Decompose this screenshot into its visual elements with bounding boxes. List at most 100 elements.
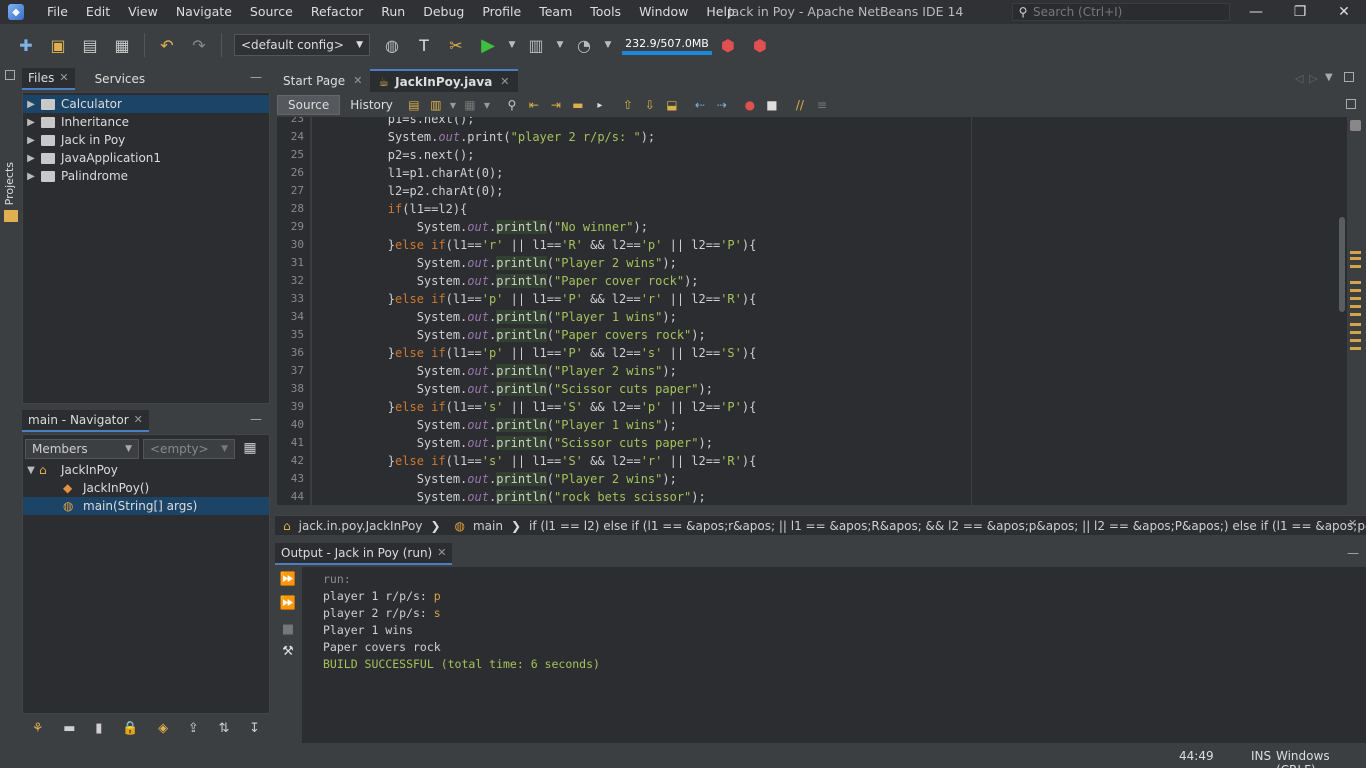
occurrence-mark[interactable] bbox=[1350, 339, 1361, 342]
breadcrumb-class[interactable]: jack.in.poy.JackInPoy bbox=[299, 519, 423, 533]
quick-search[interactable]: ⚲ Search (Ctrl+I) bbox=[1012, 3, 1230, 21]
menu-edit[interactable]: Edit bbox=[77, 0, 119, 24]
gc-icon[interactable]: ⬢ bbox=[715, 32, 741, 58]
tree-item-calculator[interactable]: ▶ Calculator bbox=[23, 95, 269, 113]
code-line[interactable]: System.out.println("No winner"); bbox=[330, 218, 648, 236]
line-number[interactable]: 43 bbox=[291, 472, 304, 485]
nav-constructor[interactable]: ◆ JackInPoy() bbox=[23, 479, 269, 497]
breadcrumb-method[interactable]: main bbox=[473, 519, 503, 533]
open-project-icon[interactable]: ▤ bbox=[77, 32, 103, 58]
code-line[interactable]: System.out.println("Paper cover rock"); bbox=[330, 272, 699, 290]
menu-run[interactable]: Run bbox=[372, 0, 414, 24]
output-console[interactable]: run: player 1 r/p/s: p player 2 r/p/s: s Pl… bbox=[302, 567, 1366, 743]
tab-navigator[interactable]: main - Navigator ✕ bbox=[22, 410, 149, 432]
line-number[interactable]: 36 bbox=[291, 346, 304, 359]
line-number[interactable]: 34 bbox=[291, 310, 304, 323]
rerun-icon[interactable]: ⏩ bbox=[279, 571, 297, 587]
menu-source[interactable]: Source bbox=[241, 0, 302, 24]
shift-right-icon[interactable]: ⇢ bbox=[713, 97, 731, 113]
clean-build-icon[interactable]: ✂ bbox=[443, 32, 469, 58]
line-number[interactable]: 38 bbox=[291, 382, 304, 395]
next-bookmark-icon[interactable]: ⇩ bbox=[641, 97, 659, 113]
tab-jackinpoy-java[interactable]: ☕ JackInPoy.java ✕ bbox=[370, 69, 518, 92]
code-line[interactable]: System.out.println("Player 2 wins"); bbox=[330, 254, 677, 272]
debug-icon[interactable]: ▥ bbox=[523, 32, 549, 58]
code-line[interactable]: }else if(l1=='p' || l1=='P' && l2=='s' |… bbox=[330, 344, 757, 362]
chevron-down-icon[interactable]: ▼ bbox=[483, 97, 491, 113]
history-view-button[interactable]: History bbox=[340, 95, 403, 115]
rerun-with-params-icon[interactable]: ⏩ bbox=[279, 595, 297, 611]
tab-files[interactable]: Files ✕ bbox=[22, 68, 75, 90]
menu-view[interactable]: View bbox=[119, 0, 167, 24]
code-line[interactable]: System.out.println("Scissor cuts paper")… bbox=[330, 434, 713, 452]
occurrence-mark[interactable] bbox=[1350, 313, 1361, 316]
insert-mode[interactable]: INS bbox=[1251, 749, 1271, 763]
line-number[interactable]: 28 bbox=[291, 202, 304, 215]
occurrence-mark[interactable] bbox=[1350, 323, 1361, 326]
menu-file[interactable]: File bbox=[38, 0, 77, 24]
chevron-right-icon[interactable]: ▶ bbox=[23, 99, 39, 110]
line-ending[interactable]: Windows (CRLF) bbox=[1276, 749, 1366, 768]
code-line[interactable]: }else if(l1=='s' || l1=='S' && l2=='r' |… bbox=[330, 452, 757, 470]
line-number[interactable]: 35 bbox=[291, 328, 304, 341]
stop-icon[interactable]: ■ bbox=[279, 621, 297, 637]
chevron-down-icon[interactable]: ▼ bbox=[507, 32, 517, 58]
static-icon[interactable]: ▮ bbox=[95, 721, 102, 736]
new-project-icon[interactable]: ▣ bbox=[45, 32, 71, 58]
close-icon[interactable]: ✕ bbox=[437, 542, 446, 564]
tree-item-inheritance[interactable]: ▶ Inheritance bbox=[23, 113, 269, 131]
editor-scrollbar-thumb[interactable] bbox=[1339, 217, 1345, 312]
close-icon[interactable]: ✕ bbox=[353, 74, 362, 87]
back-icon[interactable]: ▥ bbox=[427, 97, 445, 113]
config-select[interactable]: <default config> ▼ bbox=[234, 34, 370, 56]
maximize-button[interactable]: ❐ bbox=[1278, 0, 1322, 24]
sort-source-icon[interactable]: ↧ bbox=[249, 721, 260, 736]
profile-icon[interactable]: ◔ bbox=[571, 32, 597, 58]
find-icon[interactable]: ⚲ bbox=[503, 97, 521, 113]
chevron-down-icon[interactable]: ▼ bbox=[603, 32, 613, 58]
export-icon[interactable]: ⇪ bbox=[188, 721, 199, 736]
minimize-panel-icon[interactable]: — bbox=[250, 70, 262, 84]
inherited-icon[interactable]: ◈ bbox=[158, 721, 168, 736]
caret-position[interactable]: 44:49 bbox=[1179, 749, 1214, 763]
editor-scrollbar[interactable] bbox=[1337, 117, 1347, 505]
tab-start-page[interactable]: Start Page ✕ bbox=[275, 69, 370, 92]
nav-method-main[interactable]: ◍ main(String[] args) bbox=[23, 497, 269, 515]
line-number[interactable]: 26 bbox=[291, 166, 304, 179]
occurrence-mark[interactable] bbox=[1350, 257, 1361, 260]
code-line[interactable]: System.out.println("Player 1 wins"); bbox=[330, 416, 677, 434]
chevron-right-icon[interactable]: ▸ bbox=[591, 97, 609, 113]
code-line[interactable]: System.out.println("Paper covers rock"); bbox=[330, 326, 706, 344]
line-number[interactable]: 31 bbox=[291, 256, 304, 269]
code-editor[interactable]: p1=s.next(); System.out.print("player 2 … bbox=[312, 117, 1337, 505]
code-line[interactable]: }else if(l1=='r' || l1=='R' && l2=='p' |… bbox=[330, 236, 757, 254]
chevron-down-icon[interactable]: ▼ bbox=[23, 465, 39, 476]
hierarchy-icon[interactable]: ⚘ bbox=[32, 721, 44, 736]
minimize-button[interactable]: — bbox=[1234, 0, 1278, 24]
line-number[interactable]: 42 bbox=[291, 454, 304, 467]
chevron-right-icon[interactable]: ▶ bbox=[23, 117, 39, 128]
code-line[interactable]: System.out.println("Player 2 wins"); bbox=[330, 470, 677, 488]
run-icon[interactable]: ▶ bbox=[475, 32, 501, 58]
start-macro-icon[interactable]: ● bbox=[741, 97, 759, 113]
chevron-down-icon[interactable]: ▼ bbox=[449, 97, 457, 113]
code-line[interactable]: }else if(l1=='s' || l1=='S' && l2=='p' |… bbox=[330, 398, 757, 416]
line-number[interactable]: 40 bbox=[291, 418, 304, 431]
split-editor-icon[interactable] bbox=[1346, 99, 1356, 109]
filter-options-icon[interactable]: ▦ bbox=[241, 440, 259, 458]
close-icon[interactable]: ✕ bbox=[500, 75, 509, 88]
menu-team[interactable]: Team bbox=[530, 0, 581, 24]
menu-profile[interactable]: Profile bbox=[473, 0, 530, 24]
shift-left-icon[interactable]: ⇠ bbox=[691, 97, 709, 113]
code-line[interactable]: System.out.println("Player 2 wins"); bbox=[330, 362, 677, 380]
menu-refactor[interactable]: Refactor bbox=[302, 0, 372, 24]
nav-class-jackinpoy[interactable]: ▼ ⌂ JackInPoy bbox=[23, 461, 269, 479]
code-line[interactable]: System.out.println("Scissor cuts paper")… bbox=[330, 380, 713, 398]
sort-az-icon[interactable]: ⇅ bbox=[218, 721, 229, 736]
close-icon[interactable]: ✕ bbox=[1348, 517, 1357, 530]
chevron-down-icon[interactable]: ▼ bbox=[1325, 72, 1333, 83]
settings-icon[interactable]: ⚒ bbox=[279, 643, 297, 659]
line-number[interactable]: 32 bbox=[291, 274, 304, 287]
comment-icon[interactable]: // bbox=[791, 97, 809, 113]
memory-indicator[interactable]: 232.9/507.0MB bbox=[622, 35, 712, 55]
